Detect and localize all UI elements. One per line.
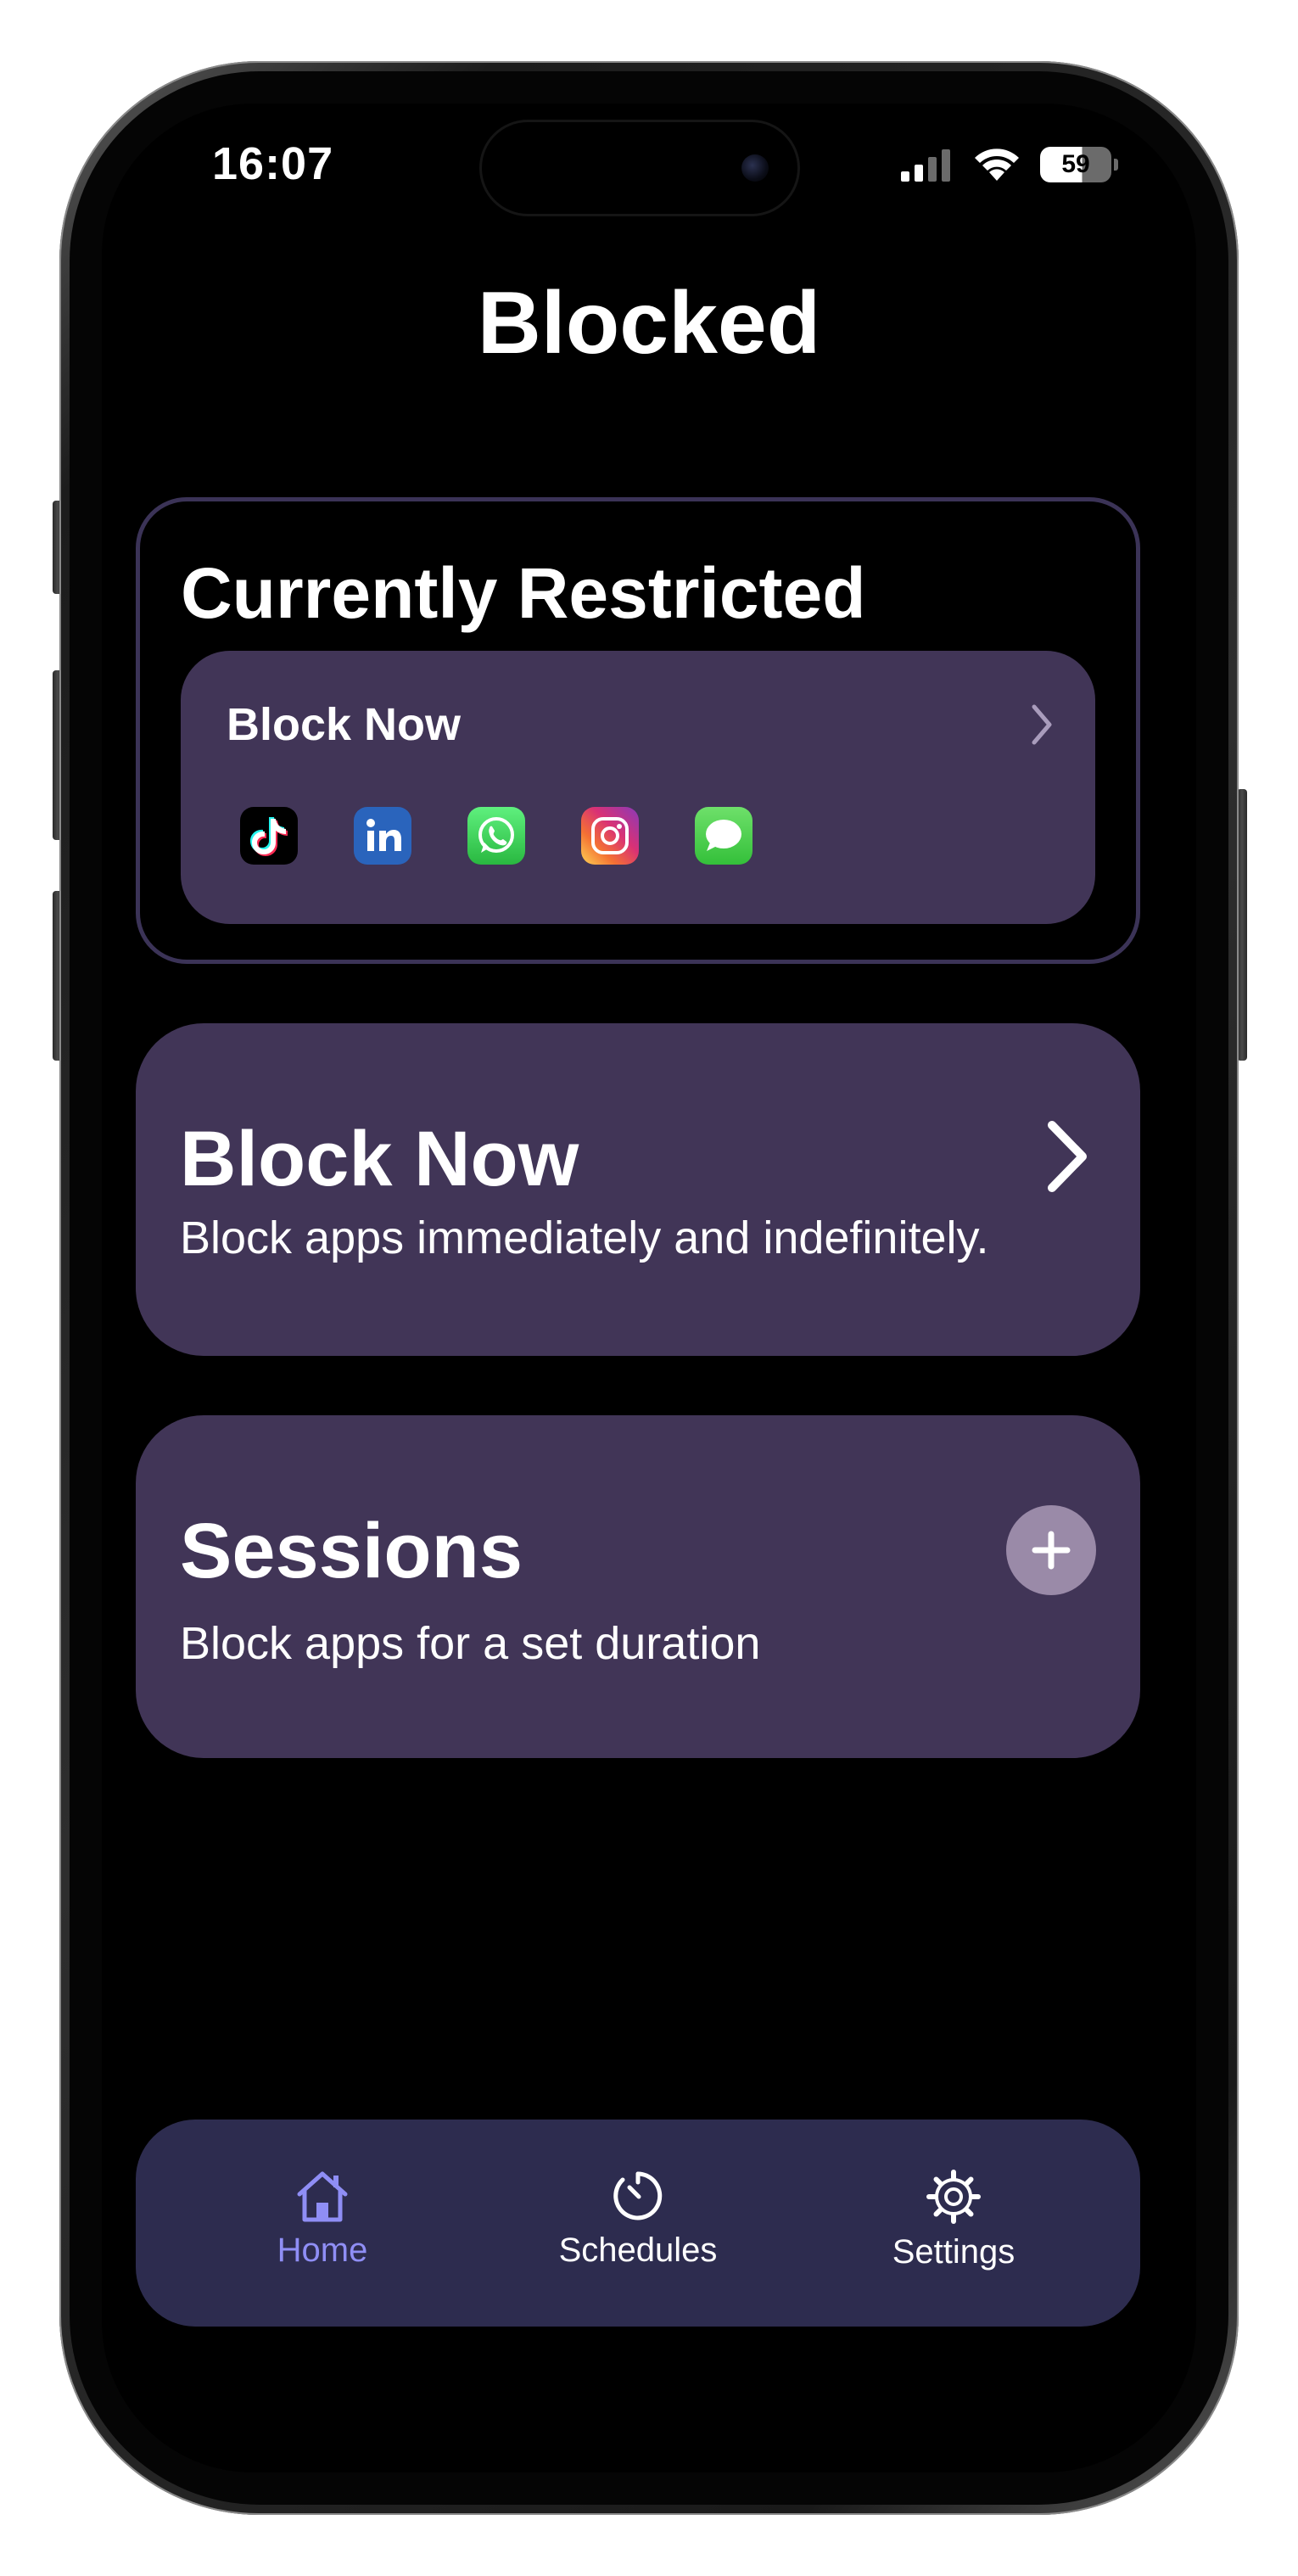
tab-schedules-label: Schedules <box>558 2232 718 2269</box>
linkedin-icon <box>354 807 411 865</box>
timer-icon <box>613 2171 663 2220</box>
restricted-item-title: Block Now <box>227 699 462 750</box>
whatsapp-icon <box>467 807 525 865</box>
tab-home-label: Home <box>277 2232 368 2269</box>
tab-schedules[interactable]: Schedules <box>511 2169 765 2270</box>
house-icon <box>297 2171 348 2222</box>
instagram-icon <box>581 807 639 865</box>
block-now-card[interactable]: Block Now Block apps immediately and ind… <box>136 1023 1140 1356</box>
tab-bar: Home Schedules Settings <box>136 2120 1140 2327</box>
status-indicators: 59 <box>899 144 1118 185</box>
plus-icon <box>1032 1531 1071 1570</box>
block-now-title: Block Now <box>180 1116 579 1202</box>
battery-icon: 59 <box>1040 147 1118 182</box>
sessions-title: Sessions <box>180 1508 523 1594</box>
cellular-signal-icon <box>901 149 950 182</box>
currently-restricted-card: Currently Restricted Block Now <box>136 497 1140 964</box>
device-scene: 16:07 59 Blocked Currently Restricted Bl… <box>0 0 1298 2576</box>
battery-level: 59 <box>1061 150 1090 178</box>
tab-settings-label: Settings <box>892 2233 1015 2271</box>
block-now-subtitle: Block apps immediately and indefinitely. <box>180 1212 989 1263</box>
tiktok-icon <box>240 807 298 865</box>
dynamic-island <box>482 122 797 214</box>
phone-frame: 16:07 59 Blocked Currently Restricted Bl… <box>59 61 1239 2515</box>
gear-icon <box>926 2170 981 2224</box>
blocked-apps-row <box>240 807 753 865</box>
messages-icon <box>695 807 753 865</box>
chevron-right-icon <box>1032 704 1052 745</box>
camera-icon <box>741 154 769 182</box>
wifi-icon <box>975 148 1019 181</box>
chevron-right-icon <box>1048 1121 1087 1192</box>
restricted-block-now-item[interactable]: Block Now <box>181 651 1095 924</box>
sessions-card[interactable]: Sessions Block apps for a set duration <box>136 1415 1140 1758</box>
tab-home[interactable]: Home <box>195 2169 450 2270</box>
page-title: Blocked <box>477 274 821 372</box>
currently-restricted-title: Currently Restricted <box>181 553 866 633</box>
add-session-button[interactable] <box>1006 1505 1096 1595</box>
tab-settings[interactable]: Settings <box>826 2169 1081 2271</box>
sessions-subtitle: Block apps for a set duration <box>180 1618 761 1669</box>
screen: 16:07 59 Blocked Currently Restricted Bl… <box>102 104 1196 2472</box>
status-time: 16:07 <box>212 138 334 189</box>
